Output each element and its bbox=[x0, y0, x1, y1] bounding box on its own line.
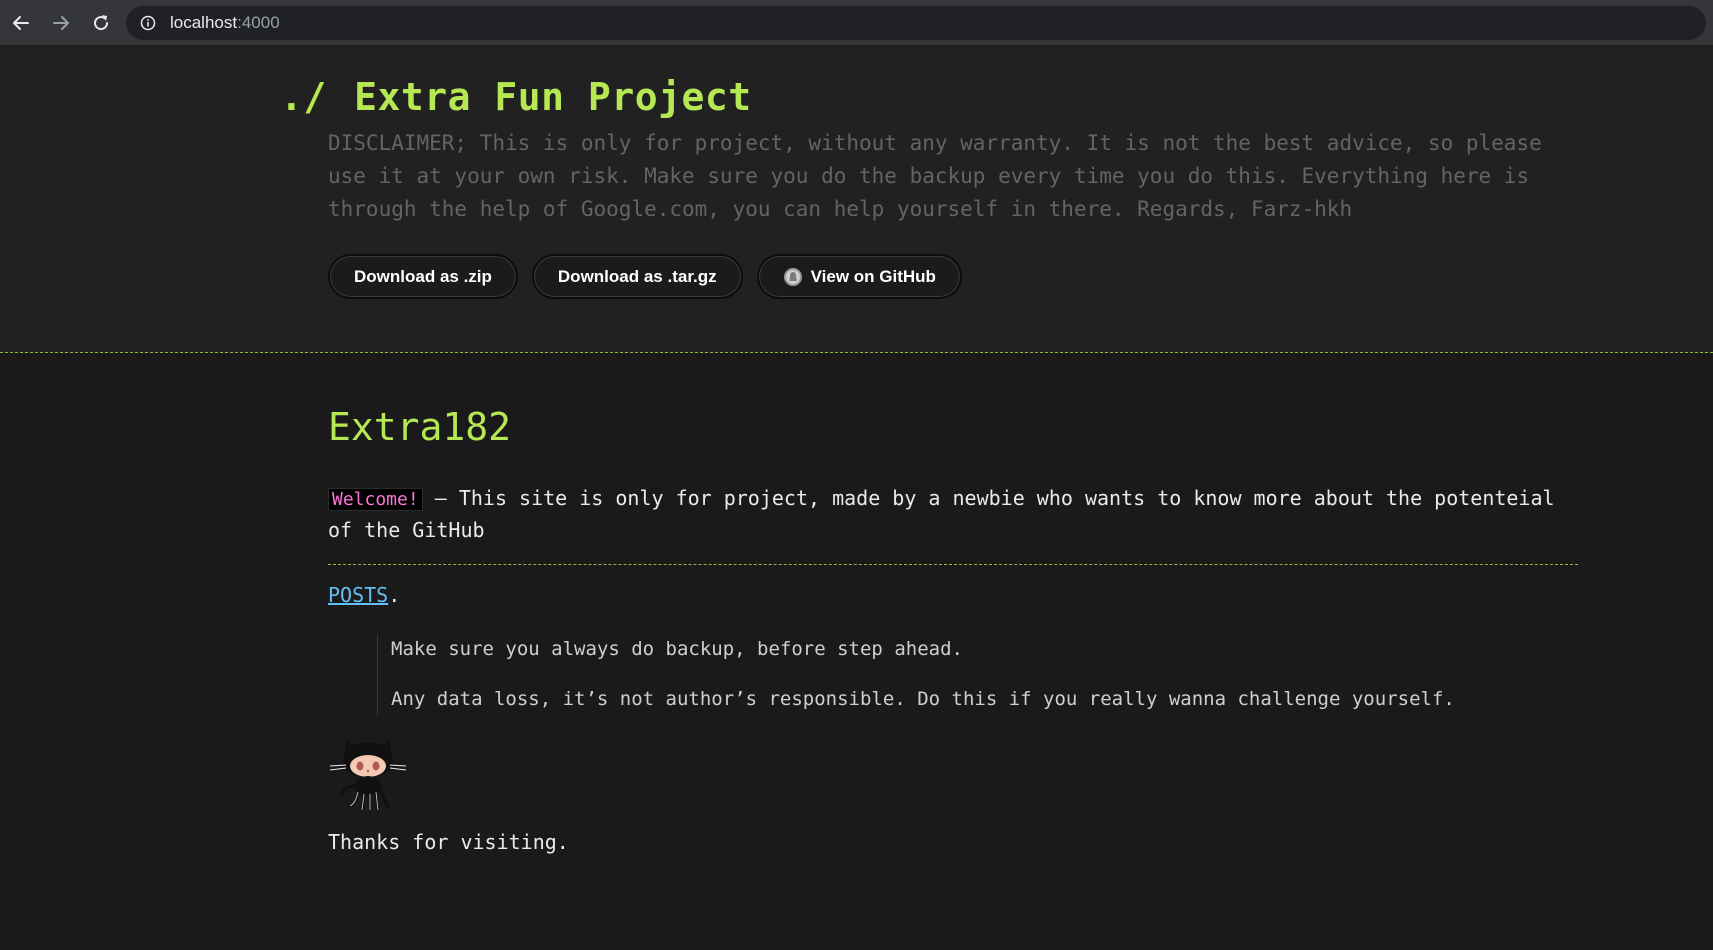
thanks-text: Thanks for visiting. bbox=[328, 830, 569, 854]
posts-line: POSTS. bbox=[328, 583, 400, 607]
intro-paragraph: Welcome! – This site is only for project… bbox=[328, 483, 1578, 545]
back-button[interactable] bbox=[8, 10, 34, 36]
url-text: localhost:4000 bbox=[170, 13, 280, 33]
github-button-label: View on GitHub bbox=[810, 266, 936, 286]
view-on-github-button[interactable]: View on GitHub bbox=[756, 254, 962, 299]
address-bar[interactable]: localhost:4000 bbox=[126, 6, 1706, 40]
posts-link[interactable]: POSTS bbox=[328, 583, 388, 607]
disclaimer-text: DISCLAIMER; This is only for project, wi… bbox=[328, 131, 1542, 221]
section-divider bbox=[328, 564, 1578, 565]
url-host: localhost bbox=[170, 13, 238, 32]
arrow-right-icon bbox=[53, 16, 69, 30]
download-targz-button[interactable]: Download as .tar.gz bbox=[531, 254, 743, 299]
reload-button[interactable] bbox=[88, 10, 114, 36]
reload-icon bbox=[94, 15, 109, 31]
section-heading: Extra182 bbox=[328, 405, 512, 449]
welcome-code: Welcome! bbox=[328, 488, 423, 511]
info-icon[interactable] bbox=[140, 15, 156, 31]
quote-line-data-loss: Any data loss, it’s not author’s respons… bbox=[391, 688, 1455, 710]
download-zip-button[interactable]: Download as .zip bbox=[328, 254, 518, 299]
arrow-left-icon bbox=[13, 16, 29, 30]
title-text: Extra Fun Project bbox=[354, 75, 752, 119]
intro-text: – This site is only for project, made by… bbox=[328, 486, 1555, 542]
url-port: :4000 bbox=[237, 13, 280, 32]
github-icon bbox=[783, 267, 802, 286]
notice-blockquote: Make sure you always do backup, before s… bbox=[377, 635, 1455, 715]
title-prefix: ./ bbox=[280, 75, 327, 119]
site-header: ./ Extra Fun Project DISCLAIMER; This is… bbox=[0, 45, 1713, 353]
posts-suffix: . bbox=[388, 583, 401, 607]
site-title: ./ Extra Fun Project bbox=[280, 75, 752, 119]
browser-toolbar: localhost:4000 bbox=[0, 0, 1713, 45]
forward-button[interactable] bbox=[48, 10, 74, 36]
octocat-icon bbox=[329, 740, 407, 812]
download-buttons: Download as .zip Download as .tar.gz Vie… bbox=[328, 254, 962, 299]
quote-line-backup: Make sure you always do backup, before s… bbox=[391, 638, 963, 660]
